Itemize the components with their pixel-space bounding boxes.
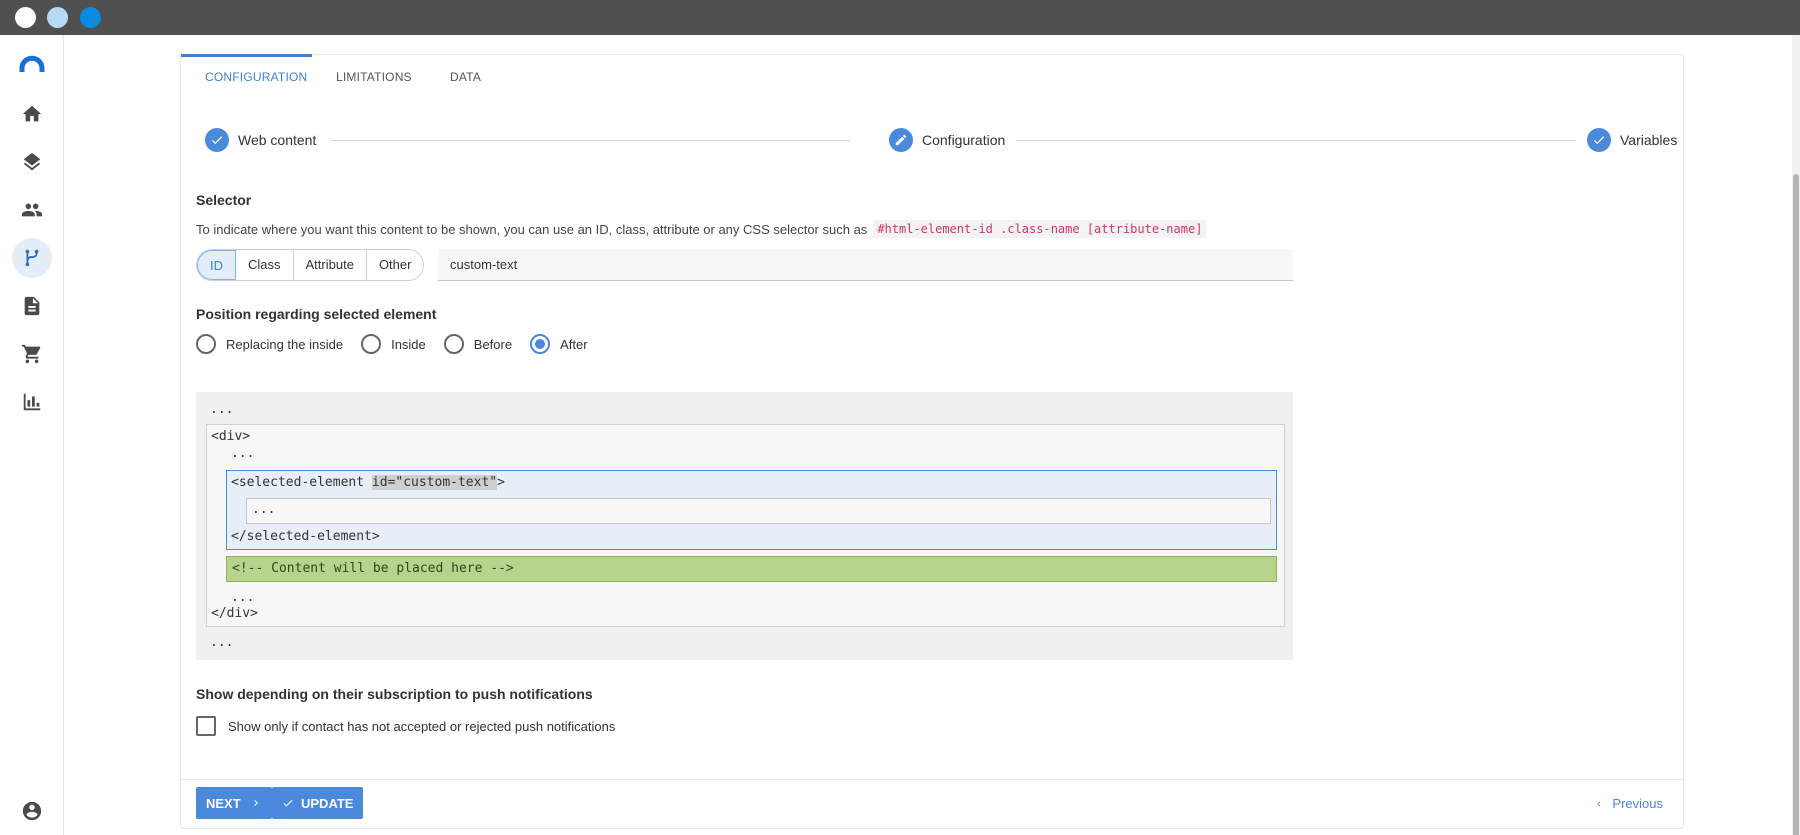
selector-hint-text: To indicate where you want this content … (196, 221, 868, 237)
sidebar (0, 35, 64, 835)
update-button[interactable]: UPDATE (272, 787, 364, 819)
selector-hint: To indicate where you want this content … (196, 220, 1207, 238)
push-checkbox-row[interactable]: Show only if contact has not accepted or… (196, 716, 615, 736)
cart-icon[interactable] (12, 334, 52, 374)
code-ellipsis: ... (231, 446, 255, 461)
people-icon[interactable] (12, 190, 52, 230)
window-close-button[interactable] (15, 7, 36, 28)
account-icon[interactable] (12, 791, 52, 831)
chevron-left-icon (1597, 801, 1601, 806)
selector-type-id[interactable]: ID (197, 250, 236, 280)
check-icon (1587, 128, 1611, 152)
bar-chart-icon[interactable] (12, 382, 52, 422)
next-button[interactable]: NEXT (196, 787, 272, 819)
stepper-line (330, 140, 850, 141)
radio-label: After (560, 336, 588, 352)
check-icon (283, 799, 293, 807)
document-icon[interactable] (12, 286, 52, 326)
radio-before[interactable]: Before (443, 334, 513, 354)
code-selected-open-suffix: > (497, 475, 505, 490)
stepper: Web content Configuration Variables (205, 127, 1678, 153)
code-content-placeholder: <!-- Content will be placed here --> (226, 556, 1277, 582)
radio-label: Replacing the inside (226, 336, 344, 352)
step-variables[interactable]: Variables (1575, 127, 1678, 153)
step-label: Web content (238, 132, 317, 148)
tab-configuration[interactable]: CONFIGURATION (181, 55, 331, 99)
content-card: CONFIGURATION LIMITATIONS DATA Web conte… (180, 54, 1684, 829)
selector-value-input[interactable] (438, 249, 1293, 281)
position-radio-group: Replacing the inside Inside Before After (196, 333, 606, 355)
push-checkbox[interactable] (196, 716, 216, 736)
selector-example-code: #html-element-id .class-name [attribute-… (873, 220, 1207, 238)
code-inner-block: ... (246, 498, 1271, 524)
automation-branch-icon[interactable] (12, 238, 52, 278)
radio-label: Before (473, 336, 513, 352)
step-label: Variables (1620, 132, 1678, 148)
tab-data[interactable]: DATA (426, 55, 505, 99)
selector-type-group: ID Class Attribute Other (196, 249, 425, 281)
code-div-block: <div> ... <selected-element id="custom-t… (206, 424, 1285, 627)
step-web-content[interactable]: Web content (205, 127, 329, 153)
selector-type-other[interactable]: Other (366, 250, 424, 280)
selector-title: Selector (196, 192, 252, 208)
check-icon (205, 128, 229, 152)
radio-button[interactable] (196, 334, 216, 354)
code-selected-element-block: <selected-element id="custom-text"> ... … (226, 470, 1277, 550)
page-scrollbar[interactable] (1792, 35, 1800, 835)
app-logo-icon[interactable] (12, 47, 52, 87)
tab-limitations[interactable]: LIMITATIONS (312, 55, 436, 99)
code-ellipsis: ... (210, 402, 234, 417)
code-preview: ... <div> ... <selected-element id="cust… (196, 392, 1293, 660)
code-selected-close: </selected-element> (231, 529, 380, 544)
selector-type-class[interactable]: Class (236, 250, 294, 280)
stepper-line (1011, 140, 1581, 141)
form-footer: NEXT UPDATE Previous (181, 779, 1683, 829)
radio-after[interactable]: After (530, 334, 588, 354)
chevron-right-icon (253, 800, 258, 806)
pencil-icon (889, 128, 913, 152)
radio-button-selected[interactable] (530, 334, 551, 354)
step-label: Configuration (922, 132, 1006, 148)
previous-button-label: Previous (1612, 796, 1663, 811)
selector-type-attribute[interactable]: Attribute (293, 250, 367, 280)
layers-icon[interactable] (12, 142, 52, 182)
code-ellipsis: ... (252, 502, 276, 517)
radio-button[interactable] (443, 334, 464, 354)
position-title: Position regarding selected element (196, 306, 437, 322)
scrollbar-thumb[interactable] (1793, 174, 1799, 835)
code-selected-open-prefix: <selected-element (231, 475, 372, 490)
code-div-open: <div> (211, 429, 251, 444)
window-minimize-button[interactable] (47, 7, 68, 28)
push-title: Show depending on their subscription to … (196, 686, 593, 702)
window-maximize-button[interactable] (80, 7, 101, 28)
code-selected-attr: id="custom-text" (371, 475, 498, 490)
radio-button[interactable] (361, 334, 382, 354)
update-button-label: UPDATE (301, 795, 354, 811)
window-titlebar (0, 0, 1800, 35)
home-icon[interactable] (12, 94, 52, 134)
previous-button[interactable]: Previous (1594, 796, 1663, 811)
push-checkbox-label: Show only if contact has not accepted or… (228, 718, 616, 734)
radio-label: Inside (391, 336, 426, 352)
radio-replacing-inside[interactable]: Replacing the inside (196, 334, 343, 354)
next-button-label: NEXT (206, 795, 241, 811)
code-ellipsis: ... (231, 590, 255, 605)
code-div-close: </div> (211, 606, 258, 621)
code-ellipsis: ... (210, 635, 234, 650)
radio-inside[interactable]: Inside (361, 334, 426, 354)
step-configuration[interactable]: Configuration (877, 127, 1018, 153)
code-selected-open: <selected-element id="custom-text"> (231, 475, 505, 490)
